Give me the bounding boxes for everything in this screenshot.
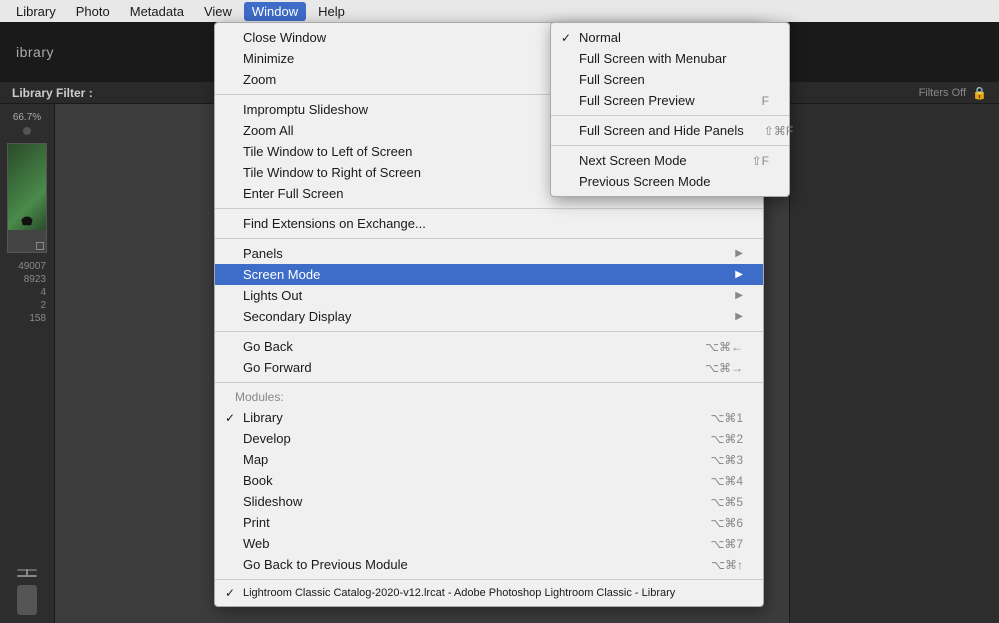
zoom-indicator-dot	[23, 127, 31, 135]
menu-photo[interactable]: Photo	[68, 2, 118, 21]
submenu-item-full-screen-hide[interactable]: Full Screen and Hide Panels ⇧⌘F	[551, 120, 789, 141]
submenu-separator-2	[551, 145, 789, 146]
separator-4	[215, 331, 763, 332]
screen-mode-submenu[interactable]: ✓ Normal Full Screen with Menubar Full S…	[550, 22, 790, 197]
filter-label: Library Filter :	[12, 86, 93, 100]
right-panel	[789, 104, 999, 623]
modules-section-label: Modules:	[215, 387, 763, 407]
menu-library[interactable]: Library	[8, 2, 64, 21]
menu-item-library-module[interactable]: ✓ Library ⌥⌘1	[215, 407, 763, 428]
thumbnail-preview[interactable]	[7, 143, 47, 253]
submenu-item-full-screen-menubar[interactable]: Full Screen with Menubar	[551, 48, 789, 69]
menu-bar: Library Photo Metadata View Window Help	[0, 0, 999, 22]
left-numbers: 49007 8923 4 2 158	[4, 257, 50, 328]
separator-6	[215, 579, 763, 580]
menu-item-map-module[interactable]: Map ⌥⌘3	[215, 449, 763, 470]
lock-icon[interactable]: 🔒	[972, 86, 987, 100]
num-8923: 8923	[24, 274, 46, 285]
num-4: 4	[40, 287, 46, 298]
menu-item-screen-mode[interactable]: Screen Mode ▶	[215, 264, 763, 285]
num-158: 158	[29, 313, 46, 324]
separator-2	[215, 208, 763, 209]
menu-item-lights-out[interactable]: Lights Out ▶	[215, 285, 763, 306]
menu-item-panels[interactable]: Panels ▶	[215, 243, 763, 264]
menu-item-web-module[interactable]: Web ⌥⌘7	[215, 533, 763, 554]
submenu-item-previous-screen[interactable]: Previous Screen Mode	[551, 171, 789, 192]
left-panel: 66.7% 49007 8923 4 2 158	[0, 104, 55, 623]
submenu-separator-1	[551, 115, 789, 116]
submenu-item-full-screen[interactable]: Full Screen	[551, 69, 789, 90]
bird-shape	[20, 215, 34, 226]
submenu-item-normal[interactable]: ✓ Normal	[551, 27, 789, 48]
menu-view[interactable]: View	[196, 2, 240, 21]
menu-item-book-module[interactable]: Book ⌥⌘4	[215, 470, 763, 491]
num-2: 2	[40, 300, 46, 311]
menu-item-print-module[interactable]: Print ⌥⌘6	[215, 512, 763, 533]
separator-5	[215, 382, 763, 383]
scroll-handle[interactable]	[17, 585, 37, 615]
filters-off-text: Filters Off	[919, 87, 966, 99]
separator-3	[215, 238, 763, 239]
menu-item-slideshow-module[interactable]: Slideshow ⌥⌘5	[215, 491, 763, 512]
submenu-item-next-screen[interactable]: Next Screen Mode ⇧F	[551, 150, 789, 171]
menu-item-secondary-display[interactable]: Secondary Display ▶	[215, 306, 763, 327]
menu-item-go-back[interactable]: Go Back ⌥⌘←	[215, 336, 763, 357]
menu-item-catalog[interactable]: ✓ Lightroom Classic Catalog-2020-v12.lrc…	[215, 584, 763, 602]
plus-button[interactable]	[17, 575, 37, 577]
menu-item-extensions[interactable]: Find Extensions on Exchange...	[215, 213, 763, 234]
menu-item-develop-module[interactable]: Develop ⌥⌘2	[215, 428, 763, 449]
menu-window[interactable]: Window	[244, 2, 306, 21]
thumbnail-corner	[36, 242, 44, 250]
num-49007: 49007	[18, 261, 46, 272]
app-title: ibrary	[16, 44, 54, 60]
menu-help[interactable]: Help	[310, 2, 353, 21]
zoom-indicator: 66.7%	[4, 112, 50, 123]
menu-metadata[interactable]: Metadata	[122, 2, 192, 21]
filters-off-badge: Filters Off 🔒	[919, 86, 987, 100]
menu-item-go-forward[interactable]: Go Forward ⌥⌘→	[215, 357, 763, 378]
submenu-item-full-screen-preview[interactable]: Full Screen Preview F	[551, 90, 789, 111]
menu-item-go-back-module[interactable]: Go Back to Previous Module ⌥⌘↑	[215, 554, 763, 575]
